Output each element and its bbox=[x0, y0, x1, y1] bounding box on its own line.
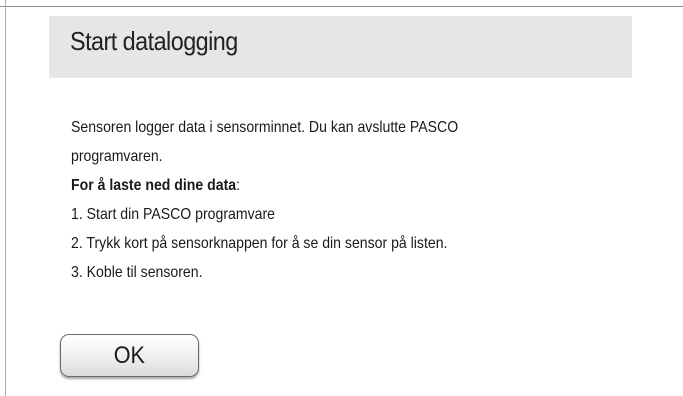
ok-button[interactable]: OK bbox=[60, 334, 199, 377]
download-heading: For å laste ned dine data bbox=[71, 177, 237, 194]
dialog-title: Start datalogging bbox=[70, 26, 238, 56]
dialog-top-border bbox=[0, 6, 683, 7]
step-1: 1. Start din PASCO programvare bbox=[71, 206, 275, 223]
step-3: 3. Koble til sensoren. bbox=[71, 264, 203, 281]
download-heading-line: For å laste ned dine data: bbox=[71, 171, 564, 200]
dialog-title-bar: Start datalogging bbox=[49, 16, 632, 78]
dialog-message: Sensoren logger data i sensorminnet. Du … bbox=[71, 113, 564, 287]
dialog-left-border bbox=[5, 0, 6, 396]
ok-button-label: OK bbox=[113, 341, 146, 369]
step-2: 2. Trykk kort på sensorknappen for å se … bbox=[71, 235, 448, 252]
download-heading-colon: : bbox=[236, 177, 241, 194]
intro-text: Sensoren logger data i sensorminnet. Du … bbox=[71, 119, 459, 165]
start-datalogging-dialog: Start datalogging Sensoren logger data i… bbox=[0, 0, 683, 396]
